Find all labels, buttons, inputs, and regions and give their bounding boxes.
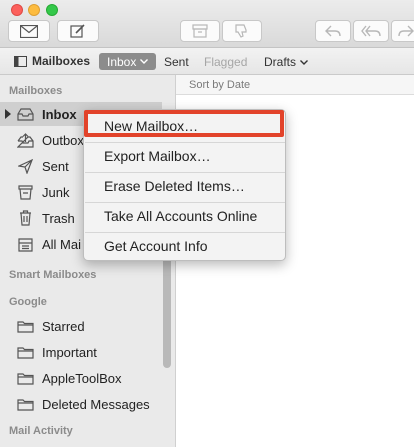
chevron-down-icon: [140, 59, 149, 64]
thumbs-down-icon: [235, 24, 247, 38]
get-mail-button[interactable]: [8, 20, 50, 42]
favorite-drafts-label: Drafts: [264, 55, 297, 69]
folder-icon: [16, 369, 34, 387]
zoom-window-button[interactable]: [46, 4, 58, 16]
mailboxes-label: Mailboxes: [32, 54, 91, 68]
highlight-annotation-box: [84, 110, 284, 137]
menu-item-get-account-info[interactable]: Get Account Info: [104, 238, 208, 254]
sidebar-item-deleted-messages[interactable]: Deleted Messages: [0, 392, 162, 416]
menu-separator: [85, 232, 285, 233]
reply-icon: [325, 25, 341, 37]
paper-plane-icon: [16, 157, 34, 175]
disclosure-triangle-icon[interactable]: [5, 109, 11, 119]
menu-separator: [85, 202, 285, 203]
reply-all-button[interactable]: [353, 20, 389, 42]
sidebar-item-label: Important: [42, 344, 97, 360]
sidebar-item-label: Trash: [42, 210, 75, 226]
reply-button[interactable]: [315, 20, 351, 42]
sidebar-item-label: Deleted Messages: [42, 396, 150, 412]
sidebar-toggle-icon: [14, 55, 27, 67]
favorite-inbox-label: Inbox: [107, 54, 137, 69]
menu-item-take-all-accounts-online[interactable]: Take All Accounts Online: [104, 208, 257, 224]
favorite-inbox-button[interactable]: Inbox: [99, 53, 157, 70]
sort-header[interactable]: Sort by Date: [176, 75, 414, 95]
menu-separator: [85, 142, 285, 143]
favorite-drafts-button[interactable]: Drafts: [264, 55, 309, 69]
folder-icon: [16, 343, 34, 361]
menu-item-export-mailbox[interactable]: Export Mailbox…: [104, 148, 211, 164]
envelope-icon: [20, 24, 38, 38]
window-toolbar: [0, 0, 414, 48]
compose-icon: [70, 24, 85, 38]
section-heading-mail-activity[interactable]: Mail Activity: [9, 425, 73, 437]
section-heading-smart-mailboxes[interactable]: Smart Mailboxes: [9, 269, 96, 281]
reply-all-icon: [361, 25, 381, 37]
inbox-icon: [16, 105, 34, 123]
section-heading-google[interactable]: Google: [9, 296, 47, 308]
chevron-down-icon: [300, 59, 309, 65]
archive-icon: [192, 24, 208, 38]
sidebar-item-important[interactable]: Important: [0, 340, 162, 364]
forward-icon: [398, 25, 414, 37]
minimize-window-button[interactable]: [28, 4, 40, 16]
sidebar-item-label: Outbox: [42, 132, 84, 148]
show-mailboxes-button[interactable]: Mailboxes: [14, 54, 90, 68]
sort-label: Sort by Date: [189, 79, 251, 91]
trash-icon: [16, 209, 34, 227]
sidebar-item-label: Junk: [42, 184, 70, 200]
sidebar-item-starred[interactable]: Starred: [0, 314, 162, 338]
favorite-sent-button[interactable]: Sent: [164, 55, 189, 69]
close-window-button[interactable]: [11, 4, 23, 16]
sidebar-item-label: Sent: [42, 158, 69, 174]
sidebar-item-label: AppleToolBox: [42, 370, 122, 386]
menu-item-erase-deleted-items[interactable]: Erase Deleted Items…: [104, 178, 245, 194]
favorites-bar: Mailboxes Inbox Sent Flagged Drafts: [0, 48, 414, 75]
outbox-icon: [16, 131, 34, 149]
favorite-flagged-button[interactable]: Flagged: [204, 55, 247, 69]
sidebar-item-label: Inbox: [42, 106, 77, 122]
menu-separator: [85, 172, 285, 173]
folder-icon: [16, 395, 34, 413]
all-mail-icon: [16, 235, 34, 253]
archive-button[interactable]: [180, 20, 220, 42]
compose-button[interactable]: [57, 20, 99, 42]
junk-bin-icon: [16, 183, 34, 201]
sidebar-item-label: Starred: [42, 318, 85, 334]
sidebar-item-label: All Mai: [42, 236, 82, 252]
section-heading-mailboxes: Mailboxes: [9, 85, 63, 97]
folder-icon: [16, 317, 34, 335]
forward-button[interactable]: [391, 20, 414, 42]
sidebar-item-appletoolbox[interactable]: AppleToolBox: [0, 366, 162, 390]
junk-button[interactable]: [222, 20, 262, 42]
